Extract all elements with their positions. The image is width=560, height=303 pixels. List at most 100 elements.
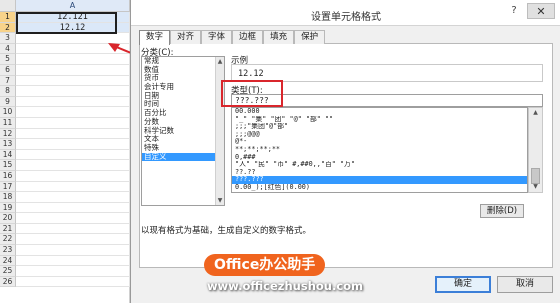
format-code-item[interactable]: 00.000 — [232, 108, 527, 116]
row-number[interactable]: 2 — [0, 22, 16, 34]
format-code-item[interactable]: ??.?? — [232, 169, 527, 177]
sheet-row: 5 — [0, 54, 130, 65]
sheet-cell[interactable] — [16, 181, 130, 193]
row-number[interactable]: 17 — [0, 181, 16, 193]
format-code-item[interactable]: **;**;**;** — [232, 146, 527, 154]
row-number[interactable]: 25 — [0, 266, 16, 277]
format-code-item[interactable]: @*- — [232, 138, 527, 146]
help-button[interactable]: ? — [505, 3, 523, 19]
row-number[interactable]: 3 — [0, 33, 16, 44]
sheet-cell[interactable] — [16, 33, 130, 44]
sheet-cell[interactable] — [16, 266, 130, 277]
sheet-row: 4 — [0, 43, 130, 55]
sheet-cell[interactable] — [16, 128, 130, 140]
sheet-row: 22 — [0, 234, 130, 246]
sheet-cell[interactable] — [16, 276, 130, 288]
row-number[interactable]: 10 — [0, 107, 16, 118]
row-number[interactable]: 8 — [0, 86, 16, 97]
format-code-item[interactable]: ;;;"集团"@"部" — [232, 123, 527, 131]
cancel-button[interactable]: 取消 — [497, 276, 553, 293]
sheet-cell[interactable] — [16, 234, 130, 246]
sheet-cell[interactable] — [16, 202, 130, 214]
sheet-cell[interactable] — [16, 96, 130, 108]
sheet-cell[interactable] — [16, 223, 130, 235]
scroll-down-icon[interactable]: ▼ — [529, 182, 542, 192]
delete-button[interactable]: 删除(D) — [480, 204, 524, 218]
sheet-cell[interactable] — [16, 75, 130, 87]
tab[interactable]: 字体 — [201, 30, 233, 44]
row-number[interactable]: 23 — [0, 245, 16, 256]
row-number[interactable]: 12 — [0, 128, 16, 140]
format-code-item[interactable]: "_" "集" "团" "@" "部" "" — [232, 116, 527, 124]
sheet-cell[interactable] — [16, 64, 130, 76]
column-header-a[interactable]: A — [16, 0, 130, 12]
format-cells-dialog: 设置单元格格式 ? ✕ 数字 对齐 字体 边框 填充 保护 分类(C): 常规 数值 货币 会计… — [130, 0, 560, 303]
sheet-cell[interactable] — [16, 192, 130, 203]
sheet-cell[interactable] — [16, 160, 130, 171]
sheet-rows: 1 12.121 2 12.12 3 4 5 6 7 8 9 10 11 12 13 14 15 16 17 18 19… — [0, 12, 130, 288]
sheet-row: 11 — [0, 117, 130, 129]
row-number[interactable]: 4 — [0, 43, 16, 55]
row-number[interactable]: 16 — [0, 170, 16, 182]
sheet-cell[interactable] — [16, 86, 130, 97]
format-code-list[interactable]: 00.000 "_" "集" "团" "@" "部" "" ;;;"集团"@"部";… — [231, 107, 528, 193]
sheet-cell[interactable] — [16, 245, 130, 256]
sheet-cell[interactable]: 12.12 — [16, 22, 130, 34]
row-number[interactable]: 11 — [0, 117, 16, 129]
select-all-corner[interactable] — [0, 0, 16, 12]
tab[interactable]: 数字 — [139, 30, 171, 45]
row-number[interactable]: 9 — [0, 96, 16, 108]
sheet-cell[interactable] — [16, 54, 130, 65]
row-number[interactable]: 21 — [0, 223, 16, 235]
category-scrollbar[interactable]: ▲ ▼ — [215, 57, 224, 205]
sheet-row: 2 12.12 — [0, 22, 130, 34]
sheet-row: 18 — [0, 192, 130, 203]
row-number[interactable]: 15 — [0, 160, 16, 171]
scroll-up-icon[interactable]: ▲ — [216, 57, 224, 66]
format-code-item[interactable]: 0.00_);[红色](0.00) — [232, 184, 527, 192]
type-input[interactable]: ???.??? — [231, 94, 543, 107]
sheet-row: 6 — [0, 64, 130, 76]
sheet-row: 9 — [0, 96, 130, 108]
sheet-row: 21 — [0, 223, 130, 235]
sheet-cell[interactable] — [16, 117, 130, 129]
sheet-cell[interactable] — [16, 43, 130, 55]
tab[interactable]: 保护 — [294, 30, 326, 44]
row-number[interactable]: 24 — [0, 255, 16, 267]
row-number[interactable]: 18 — [0, 192, 16, 203]
scroll-down-icon[interactable]: ▼ — [216, 196, 224, 205]
format-code-item[interactable]: "人" "民" "币" #,##0,,"百" "万" — [232, 161, 527, 169]
row-number[interactable]: 13 — [0, 139, 16, 150]
sheet-cell[interactable] — [16, 255, 130, 267]
category-item[interactable]: 自定义 — [142, 152, 224, 162]
tab[interactable]: 对齐 — [170, 30, 202, 44]
row-number[interactable]: 19 — [0, 202, 16, 214]
row-number[interactable]: 26 — [0, 276, 16, 288]
row-number[interactable]: 14 — [0, 149, 16, 161]
tab[interactable]: 边框 — [232, 30, 264, 44]
row-number[interactable]: 22 — [0, 234, 16, 246]
format-code-item[interactable]: 0,### — [232, 154, 527, 162]
row-number[interactable]: 20 — [0, 213, 16, 224]
row-number[interactable]: 1 — [0, 12, 16, 23]
sheet-row: 16 — [0, 170, 130, 182]
sheet-cell[interactable] — [16, 107, 130, 118]
format-code-item[interactable]: ???.??? — [232, 176, 527, 184]
scroll-up-icon[interactable]: ▲ — [529, 108, 542, 118]
row-number[interactable]: 6 — [0, 64, 16, 76]
sheet-cell[interactable] — [16, 139, 130, 150]
sheet-cell[interactable] — [16, 149, 130, 161]
row-number[interactable]: 5 — [0, 54, 16, 65]
sheet-row: 7 — [0, 75, 130, 87]
sheet-cell[interactable]: 12.121 — [16, 12, 130, 23]
tab[interactable]: 填充 — [263, 30, 295, 44]
format-scrollbar[interactable]: ▲ ▼ — [528, 107, 543, 193]
row-number[interactable]: 7 — [0, 75, 16, 87]
sheet-cell[interactable] — [16, 170, 130, 182]
ok-button[interactable]: 确定 — [435, 276, 491, 293]
category-list[interactable]: 常规 数值 货币 会计专用 日期 时间 百分比 分数 科学记数 文本 特殊 自定义 ▲ ▼ — [141, 56, 225, 206]
sheet-cell[interactable] — [16, 213, 130, 224]
close-button[interactable]: ✕ — [527, 3, 555, 19]
format-code-item[interactable]: ;;;@@@ — [232, 131, 527, 139]
format-description: 以现有格式为基础，生成自定义的数字格式。 — [141, 226, 312, 236]
